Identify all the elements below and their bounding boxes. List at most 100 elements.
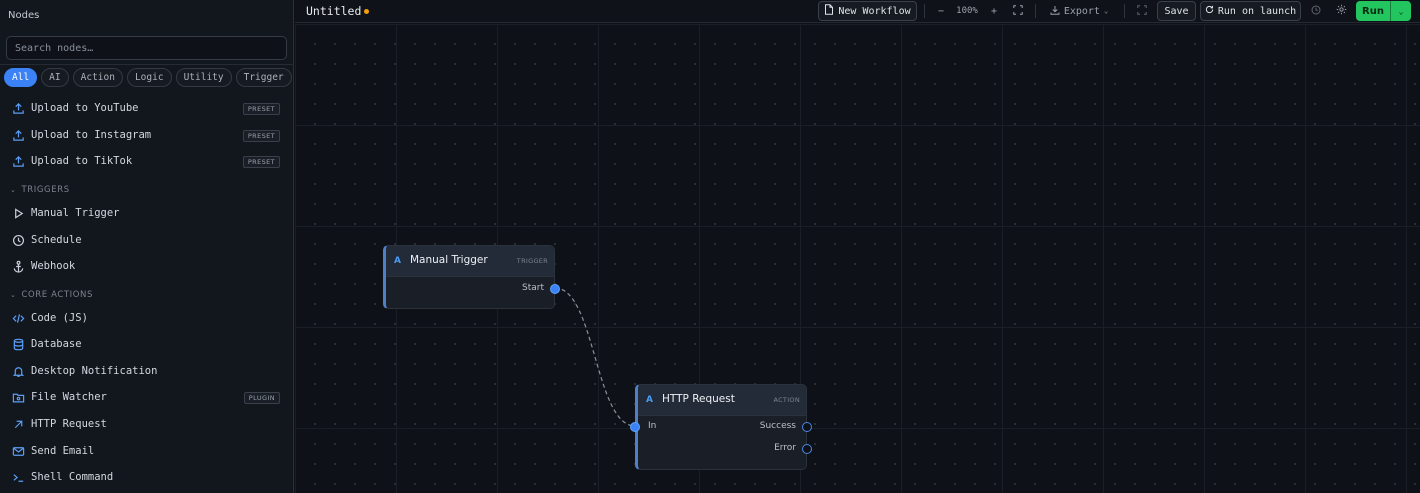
node-item-upload-instagram[interactable]: Upload to Instagram PRESET (0, 123, 293, 147)
fit-screen-icon (1013, 4, 1023, 18)
node-item-desktop-notification[interactable]: Desktop Notification (0, 359, 293, 383)
code-icon (11, 311, 25, 325)
chevron-down-icon: ⌄ (10, 186, 17, 194)
run-options-chevron-icon[interactable]: ⌄ (1390, 1, 1411, 21)
fullscreen-button[interactable] (1135, 1, 1149, 21)
edge-start-to-in[interactable] (554, 287, 636, 427)
zoom-in-button[interactable]: + (987, 1, 1001, 21)
database-icon (11, 337, 25, 351)
settings-button[interactable] (1334, 1, 1348, 21)
new-workflow-label: New Workflow (838, 5, 911, 17)
export-label: Export (1063, 5, 1100, 17)
clock-icon (11, 233, 25, 247)
terminal-icon (11, 470, 25, 484)
output-port-success[interactable] (802, 422, 812, 432)
preset-badge: PRESET (242, 156, 280, 168)
zoom-level: 100% (956, 6, 978, 16)
run-on-launch-toggle[interactable]: Run on launch (1200, 1, 1301, 21)
filter-chip-action[interactable]: Action (72, 68, 123, 87)
toolbar-divider (1124, 4, 1125, 18)
sidebar-divider (0, 64, 294, 65)
workflow-toolbar: Untitled New Workflow − 100% + Export ⌄ … (295, 0, 1420, 23)
output-port-error[interactable] (802, 444, 812, 454)
node-item-label: Upload to YouTube (31, 102, 139, 114)
filter-chip-trigger[interactable]: Trigger (235, 68, 292, 87)
node-header: A HTTP Request ACTION (638, 385, 806, 416)
download-icon (1050, 5, 1060, 18)
node-title: Manual Trigger (410, 254, 488, 266)
category-filters: All AI Action Logic Utility Trigger (4, 68, 292, 87)
node-item-database[interactable]: Database (0, 332, 293, 356)
arrow-up-right-icon (11, 417, 25, 431)
history-button[interactable] (1309, 1, 1323, 21)
node-item-label: Desktop Notification (31, 365, 158, 377)
filter-chip-logic[interactable]: Logic (126, 68, 172, 87)
new-workflow-button[interactable]: New Workflow (818, 1, 917, 21)
section-header-triggers[interactable]: ⌄ TRIGGERS (10, 183, 70, 197)
workflow-title[interactable]: Untitled (306, 4, 361, 18)
output-port-start[interactable] (550, 284, 560, 294)
file-icon (824, 4, 834, 18)
node-title: HTTP Request (662, 393, 735, 405)
chevron-down-icon: ⌄ (1103, 7, 1109, 15)
node-item-upload-tiktok[interactable]: Upload to TikTok PRESET (0, 149, 293, 173)
node-item-label: HTTP Request (31, 418, 107, 430)
node-item-file-watcher[interactable]: File Watcher PLUGIN (0, 385, 293, 409)
node-library-sidebar: Nodes All AI Action Logic Utility Trigge… (0, 0, 294, 493)
node-item-http-request[interactable]: HTTP Request (0, 412, 293, 436)
zoom-out-button[interactable]: − (934, 1, 948, 21)
fit-view-button[interactable] (1011, 1, 1025, 21)
node-item-label: Shell Command (31, 471, 114, 483)
refresh-icon (1205, 5, 1214, 17)
output-port-label: Success (759, 421, 796, 431)
preset-badge: PRESET (242, 130, 280, 142)
run-button[interactable]: Run ⌄ (1356, 1, 1411, 21)
input-port-in[interactable] (630, 422, 640, 432)
anchor-icon (11, 259, 25, 273)
node-type-label: TRIGGER (516, 257, 548, 265)
upload-icon (11, 154, 25, 168)
run-label: Run (1362, 5, 1384, 17)
node-type-label: ACTION (773, 396, 800, 404)
section-header-core-actions[interactable]: ⌄ CORE ACTIONS (10, 288, 93, 302)
node-item-label: Send Email (31, 445, 95, 457)
node-header: A Manual Trigger TRIGGER (386, 246, 554, 277)
node-badge: A (646, 395, 653, 405)
node-item-manual-trigger[interactable]: Manual Trigger (0, 201, 293, 225)
filter-chip-ai[interactable]: AI (41, 68, 69, 87)
workflow-canvas[interactable]: A Manual Trigger TRIGGER Start A HTTP Re… (295, 24, 1420, 493)
node-item-label: Webhook (31, 260, 76, 272)
node-http-request[interactable]: A HTTP Request ACTION In Success Error (630, 384, 812, 470)
plugin-badge: PLUGIN (243, 392, 280, 404)
section-label: CORE ACTIONS (21, 290, 94, 300)
node-item-upload-youtube[interactable]: Upload to YouTube PRESET (0, 96, 293, 120)
filter-chip-all[interactable]: All (4, 68, 38, 87)
node-item-schedule[interactable]: Schedule (0, 228, 293, 252)
bell-icon (11, 364, 25, 378)
output-port-label: Start (522, 283, 544, 293)
node-item-code-js[interactable]: Code (JS) (0, 306, 293, 330)
save-button[interactable]: Save (1157, 1, 1196, 21)
node-item-shell-command[interactable]: Shell Command (0, 465, 293, 489)
upload-icon (11, 128, 25, 142)
export-dropdown[interactable]: Export ⌄ (1049, 1, 1109, 21)
toolbar-divider (924, 4, 925, 18)
upload-icon (11, 101, 25, 115)
search-nodes-input[interactable] (6, 36, 287, 60)
node-badge: A (394, 256, 401, 266)
node-item-webhook[interactable]: Webhook (0, 254, 293, 278)
node-item-label: Manual Trigger (31, 207, 120, 219)
node-manual-trigger[interactable]: A Manual Trigger TRIGGER Start (383, 245, 560, 309)
plus-icon: + (990, 5, 998, 17)
input-port-label: In (648, 421, 657, 431)
filter-chip-utility[interactable]: Utility (175, 68, 232, 87)
node-item-send-email[interactable]: Send Email (0, 439, 293, 463)
node-item-label: Upload to TikTok (31, 155, 133, 167)
gear-icon (1336, 4, 1347, 18)
clock-icon (1311, 5, 1321, 18)
fullscreen-icon (1137, 4, 1147, 18)
preset-badge: PRESET (242, 103, 280, 115)
node-item-label: Database (31, 338, 82, 350)
chevron-down-icon: ⌄ (10, 291, 17, 299)
mail-icon (11, 444, 25, 458)
